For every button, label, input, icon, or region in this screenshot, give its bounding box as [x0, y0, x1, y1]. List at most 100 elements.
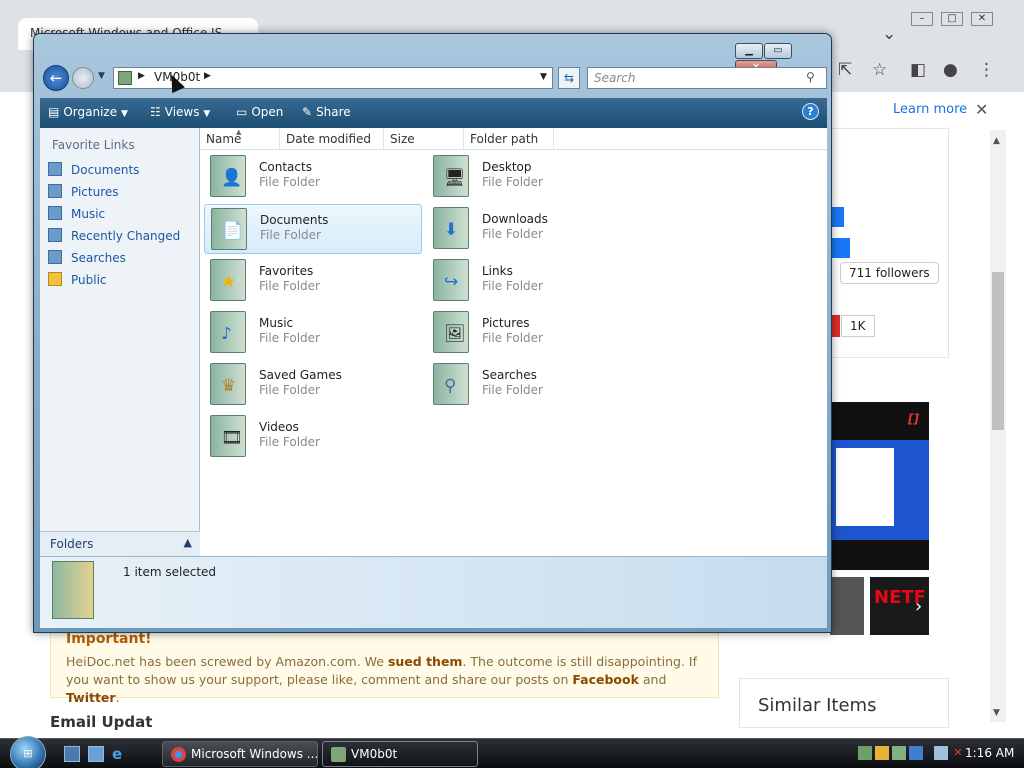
folder-documents[interactable]: 📄 Documents File Folder: [204, 204, 422, 254]
back-arrow-icon: ←: [49, 69, 63, 87]
favorite-link-music[interactable]: Music: [48, 206, 105, 221]
video-thumbnail[interactable]: [830, 577, 864, 635]
share-button[interactable]: ✎ Share: [302, 105, 351, 119]
taskbar-browser-button[interactable]: Microsoft Windows ...: [162, 741, 318, 767]
twitter-link[interactable]: Twitter: [66, 690, 116, 705]
open-button[interactable]: ▭ Open: [236, 105, 283, 119]
side-panel-icon[interactable]: ◧: [910, 60, 926, 80]
folder-music[interactable]: ♪ Music File Folder: [204, 308, 422, 358]
learn-more-link[interactable]: Learn more: [893, 102, 967, 117]
network-tray-icon[interactable]: [858, 745, 872, 760]
favorite-link-label: Music: [71, 207, 106, 221]
history-dropdown-icon[interactable]: ▼: [98, 71, 105, 81]
folder-downloads[interactable]: ⬇ Downloads File Folder: [427, 204, 645, 254]
column-date-modified[interactable]: Date modified: [280, 128, 384, 150]
column-size[interactable]: Size: [384, 128, 464, 150]
minimize-button[interactable]: ▁: [735, 43, 763, 59]
column-folder-path[interactable]: Folder path: [464, 128, 554, 150]
favorite-link-searches[interactable]: Searches: [48, 250, 126, 265]
favorite-link-recently-changed[interactable]: Recently Changed: [48, 228, 180, 243]
search-input[interactable]: Search ⚲: [587, 67, 827, 89]
taskbar-explorer-button[interactable]: VM0b0t: [322, 741, 478, 767]
switch-windows-icon[interactable]: [88, 746, 104, 762]
documents-folder-large-icon: [52, 561, 94, 619]
organize-button[interactable]: ▤ Organize ▼: [48, 105, 128, 119]
favorite-link-documents[interactable]: Documents: [48, 162, 139, 177]
address-dropdown-icon[interactable]: ▼: [540, 72, 547, 82]
folder-type: File Folder: [482, 227, 543, 241]
scroll-up-icon[interactable]: ▲: [993, 136, 1000, 146]
forward-button[interactable]: [72, 67, 94, 89]
share-folder-icon: ✎: [302, 105, 313, 119]
favorite-links-title: Favorite Links: [52, 138, 135, 152]
breadcrumb-arrow-icon[interactable]: ▶: [138, 71, 145, 81]
security-tray-icon[interactable]: [875, 745, 889, 760]
carousel-next-icon[interactable]: ›: [915, 596, 922, 617]
page-scrollbar-thumb[interactable]: [992, 272, 1004, 430]
clock[interactable]: 1:16 AM: [965, 746, 1014, 760]
refresh-button[interactable]: ⇆: [558, 67, 580, 89]
back-button[interactable]: ←: [43, 65, 69, 91]
folder-name: Links: [482, 264, 513, 278]
volume-muted-icon[interactable]: ✕: [951, 746, 965, 760]
notice-text-end: .: [115, 690, 120, 705]
video-logo-icon: []: [908, 412, 919, 426]
folder-type: File Folder: [260, 228, 321, 242]
folders-toggle[interactable]: Folders ▲: [40, 531, 200, 556]
selection-status: 1 item selected: [123, 565, 217, 579]
folder-contacts[interactable]: 👤 Contacts File Folder: [204, 152, 422, 202]
similar-items-panel: Similar Items: [739, 678, 949, 728]
public-folder-icon: [48, 272, 62, 286]
breadcrumb-arrow-icon[interactable]: ▶: [204, 71, 211, 81]
update-tray-icon[interactable]: [892, 745, 906, 760]
followers-count[interactable]: 711 followers: [840, 262, 939, 284]
favorite-link-public[interactable]: Public: [48, 272, 107, 287]
internet-explorer-icon[interactable]: e: [112, 746, 128, 762]
help-icon[interactable]: ?: [802, 103, 819, 120]
sync-tray-icon[interactable]: [909, 745, 923, 760]
folder-type: File Folder: [259, 435, 320, 449]
browser-minimize-button[interactable]: –: [911, 12, 933, 26]
maximize-button[interactable]: ▭: [764, 43, 792, 59]
facebook-link[interactable]: Facebook: [572, 672, 639, 687]
show-desktop-icon[interactable]: [64, 746, 80, 762]
close-banner-icon[interactable]: ✕: [975, 100, 988, 119]
browser-maximize-button[interactable]: □: [941, 12, 963, 26]
sued-them-link[interactable]: sued them: [388, 654, 463, 669]
start-button[interactable]: ⊞: [10, 736, 46, 768]
folder-name: Downloads: [482, 212, 548, 226]
scroll-down-icon[interactable]: ▼: [993, 708, 1000, 718]
profile-avatar-icon[interactable]: ●: [943, 60, 958, 80]
favorite-link-label: Pictures: [71, 185, 119, 199]
open-label: Open: [251, 105, 284, 119]
downloads-folder-icon: ⬇: [433, 207, 469, 249]
views-button[interactable]: ☷ Views ▼: [150, 105, 210, 119]
search-icon[interactable]: ⚲: [806, 70, 815, 84]
folder-name: Pictures: [482, 316, 530, 330]
folder-type: File Folder: [259, 175, 320, 189]
navigation-pane: Favorite Links Documents Pictures Music …: [40, 128, 200, 556]
browser-menu-icon[interactable]: ⋮: [978, 60, 995, 80]
display-tray-icon[interactable]: [934, 745, 948, 760]
share-label: Share: [316, 105, 351, 119]
folder-desktop[interactable]: 🖥 Desktop File Folder: [427, 152, 645, 202]
tab-list-chevron-icon[interactable]: ⌄: [882, 24, 896, 44]
folder-saved-games[interactable]: ♛ Saved Games File Folder: [204, 360, 422, 410]
folder-name: Searches: [482, 368, 537, 382]
folder-links[interactable]: ↪ Links File Folder: [427, 256, 645, 306]
folder-icon: [331, 747, 346, 762]
folder-pictures[interactable]: 🖼 Pictures File Folder: [427, 308, 645, 358]
bookmark-star-icon[interactable]: ☆: [872, 60, 887, 80]
folder-name: Videos: [259, 420, 299, 434]
video-dialog-thumbnail: [836, 448, 894, 526]
browser-close-button[interactable]: ✕: [971, 12, 993, 26]
likes-count: 1K: [841, 315, 875, 337]
folder-searches[interactable]: ⚲ Searches File Folder: [427, 360, 645, 410]
folder-favorites[interactable]: ★ Favorites File Folder: [204, 256, 422, 306]
folder-videos[interactable]: 🎞 Videos File Folder: [204, 412, 422, 462]
favorite-link-pictures[interactable]: Pictures: [48, 184, 119, 199]
favorite-link-label: Searches: [71, 251, 126, 265]
column-name[interactable]: Name ▲: [200, 128, 280, 150]
share-icon[interactable]: ⇱: [838, 60, 852, 80]
folder-name: Favorites: [259, 264, 314, 278]
